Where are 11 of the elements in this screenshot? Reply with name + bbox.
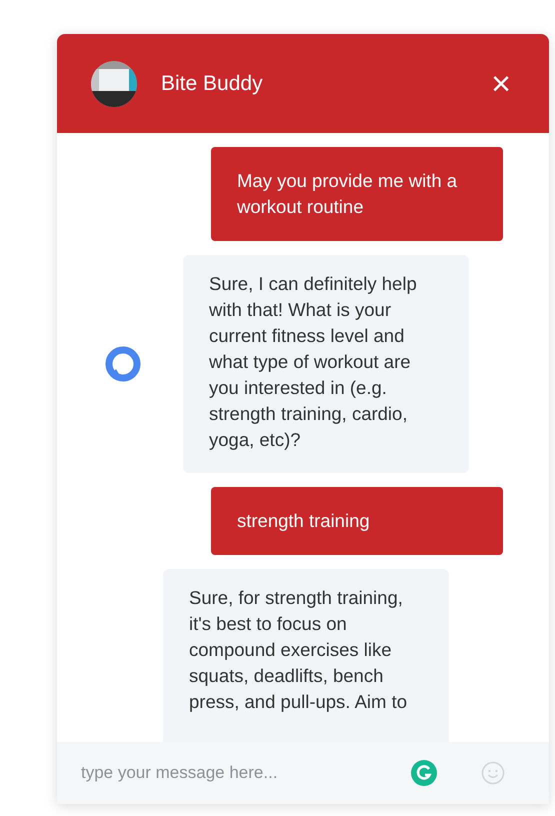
bot-message: Sure, I can definitely help with that! What is your current fitness level and what type of workout are you interested in (e.g. strength training, cardio, yoga, etc)? (183, 255, 469, 473)
emoji-icon[interactable] (481, 761, 505, 785)
close-button[interactable]: × (487, 66, 515, 100)
bot-message: Sure, for strength training, it's best to focus on compound exercises like squats, deadlifts, bench press, and pull-ups. Aim to (163, 569, 449, 742)
grammar-check-icon[interactable] (411, 760, 437, 786)
bot-avatar-icon (91, 60, 137, 106)
user-message: strength training (211, 487, 503, 555)
message-input[interactable]: type your message here... (79, 759, 401, 787)
message-field[interactable]: type your message here... (57, 742, 549, 804)
user-message: May you provide me with a workout routine (211, 147, 503, 241)
chat-title: Bite Buddy (161, 70, 264, 97)
